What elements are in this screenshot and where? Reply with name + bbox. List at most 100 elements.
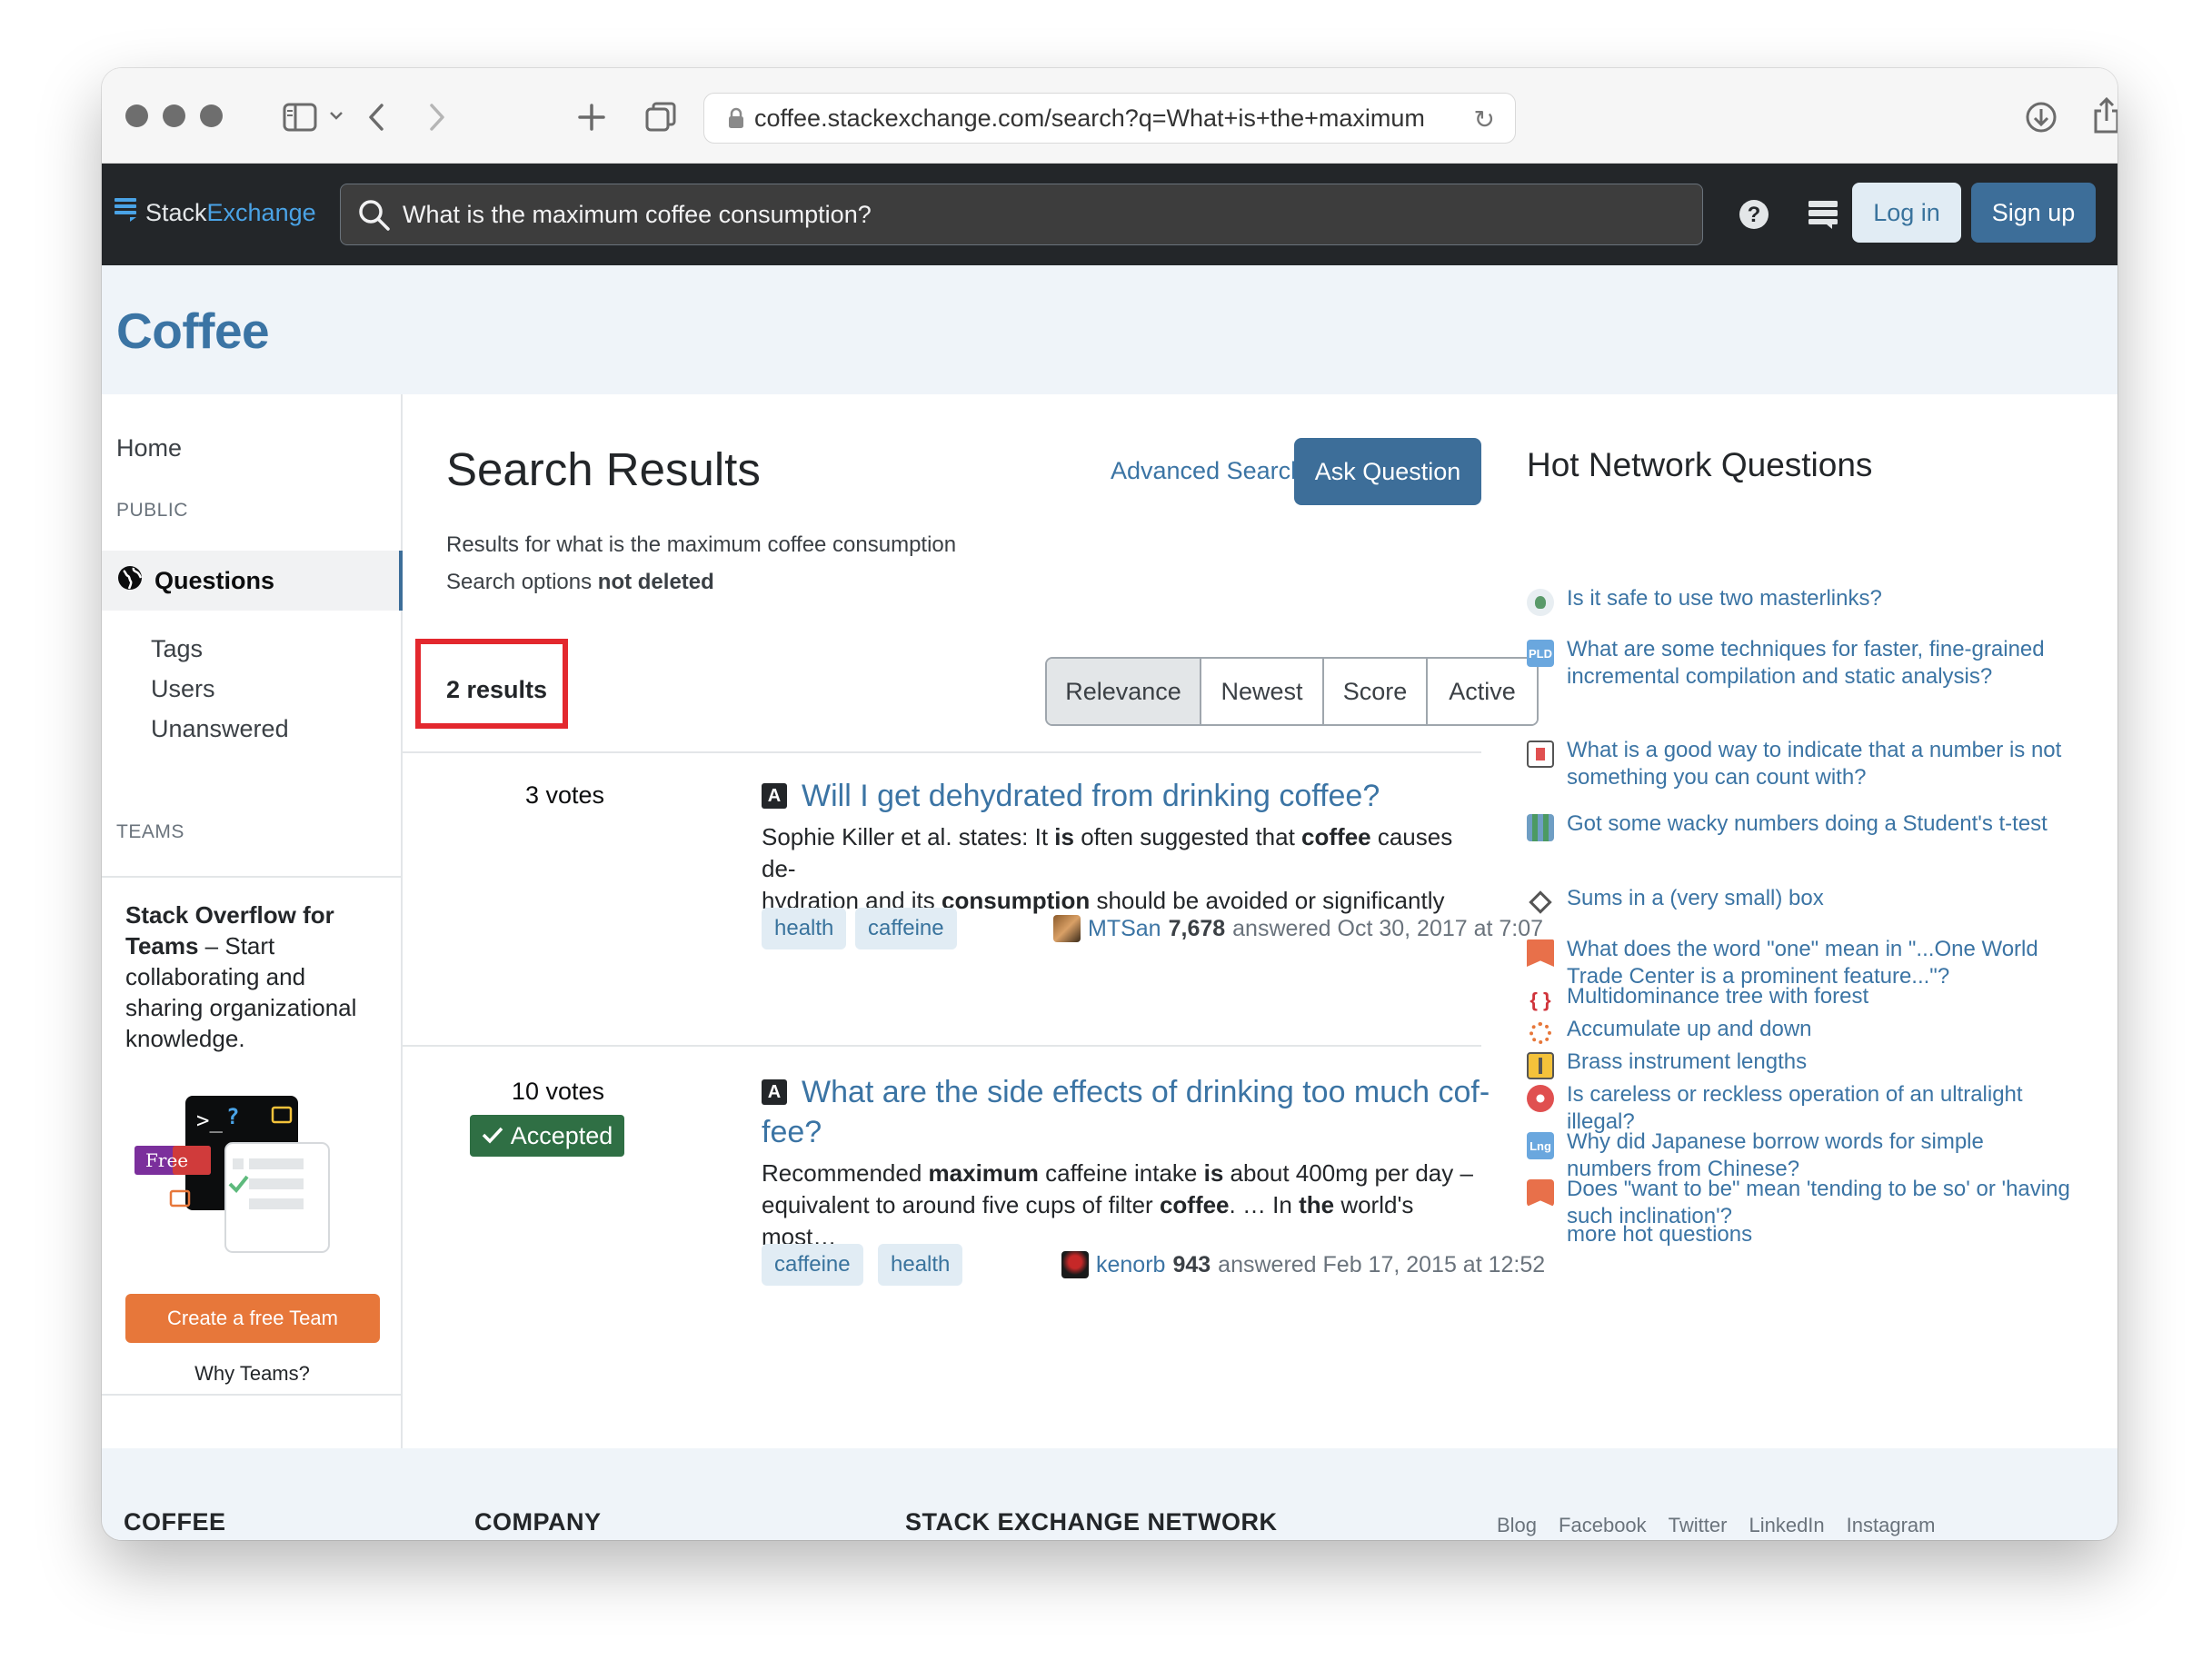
answer-badge-icon: A	[762, 1079, 787, 1105]
main-content: Search Results Advanced Search Tips Ask …	[403, 394, 1584, 1448]
result-excerpt: Recommended maximum caffeine intake is a…	[762, 1159, 1473, 1250]
reload-icon[interactable]: ↻	[1474, 104, 1495, 134]
checkmark-icon	[482, 1122, 503, 1150]
why-teams-link[interactable]: Why Teams?	[102, 1362, 403, 1386]
user-name-link[interactable]: kenorb	[1096, 1252, 1165, 1278]
hot-network-title: Hot Network Questions	[1527, 446, 1873, 483]
vote-count: 3 votes	[524, 781, 604, 809]
zoom-window-button[interactable]	[200, 104, 223, 127]
results-count: 2 results	[446, 676, 548, 703]
footer-link-facebook[interactable]: Facebook	[1559, 1514, 1647, 1537]
result-title-link-continued[interactable]: fee?	[762, 1112, 1489, 1152]
divider	[403, 1045, 1481, 1047]
teams-illustration: >_ ? Free	[135, 1091, 353, 1259]
sort-active[interactable]: Active	[1428, 659, 1537, 724]
stackexchange-logo[interactable]: StackExchange	[115, 197, 316, 229]
nav-teams-heading: TEAMS	[116, 821, 184, 842]
share-icon[interactable]	[2088, 94, 2117, 137]
result-user-line: MTSan 7,678 answered Oct 30, 2017 at 7:0…	[1053, 915, 1543, 942]
create-team-button[interactable]: Create a free Team	[125, 1294, 380, 1343]
sort-relevance[interactable]: Relevance	[1047, 659, 1201, 724]
answered-time: answered Feb 17, 2015 at 12:52	[1218, 1251, 1546, 1277]
search-input[interactable]	[403, 200, 1657, 229]
sidebar-toggle-icon[interactable]	[282, 99, 318, 135]
divider	[403, 751, 1481, 753]
site-switcher-icon[interactable]	[1807, 198, 1839, 235]
logo-text-exchange: Exchange	[206, 199, 316, 226]
search-options-text: Search options not deleted	[446, 570, 714, 594]
free-badge: Free	[145, 1149, 189, 1171]
footer-heading-coffee[interactable]: COFFEE	[124, 1508, 226, 1536]
address-bar[interactable]: coffee.stackexchange.com/search?q=What+i…	[703, 93, 1516, 144]
signup-button[interactable]: Sign up	[1971, 183, 2096, 243]
lock-icon	[728, 107, 744, 134]
sort-newest[interactable]: Newest	[1201, 659, 1324, 724]
browser-toolbar: coffee.stackexchange.com/search?q=What+i…	[102, 68, 2117, 164]
footer-link-blog[interactable]: Blog	[1497, 1514, 1537, 1537]
vote-count: 10 votes	[511, 1078, 604, 1105]
footer-social-links: Blog Facebook Twitter LinkedIn Instagram	[1497, 1514, 1935, 1537]
logo-text-stack: Stack	[145, 199, 207, 226]
ask-question-button[interactable]: Ask Question	[1294, 438, 1481, 505]
tag-health[interactable]: health	[762, 908, 847, 949]
left-sidebar: Home PUBLIC Questions Tags Users Unanswe…	[102, 394, 403, 1448]
minimize-window-button[interactable]	[163, 104, 185, 127]
close-window-button[interactable]	[125, 104, 148, 127]
downloads-icon[interactable]	[2023, 99, 2059, 135]
ux-icon	[1527, 741, 1554, 768]
svg-text:>_: >_	[196, 1108, 223, 1133]
puzzling-icon	[1527, 889, 1554, 916]
tab-overview-icon[interactable]	[643, 99, 679, 135]
music-icon	[1527, 1052, 1554, 1079]
site-topbar: StackExchange ? Log in Sign up	[102, 164, 2117, 265]
tex-icon: { }	[1527, 987, 1554, 1014]
results-for-text: Results for what is the maximum coffee c…	[446, 532, 957, 557]
nav-home[interactable]: Home	[116, 434, 182, 462]
svg-text:?: ?	[226, 1104, 239, 1129]
page-title: Search Results	[446, 443, 761, 495]
footer-link-instagram[interactable]: Instagram	[1847, 1514, 1936, 1537]
nav-tags[interactable]: Tags	[151, 635, 203, 663]
site-search[interactable]	[340, 184, 1703, 245]
teams-promo-text: Stack Overflow for Teams – Start collabo…	[125, 901, 357, 1052]
nav-questions[interactable]: Questions	[102, 551, 403, 611]
sort-tabs: Relevance Newest Score Active	[1045, 657, 1539, 726]
footer-heading-network[interactable]: STACK EXCHANGE NETWORK	[905, 1508, 1278, 1536]
footer-heading-company[interactable]: COMPANY	[474, 1508, 602, 1536]
bicycles-icon	[1527, 589, 1554, 616]
site-title[interactable]: Coffee	[116, 302, 270, 360]
user-reputation: 943	[1172, 1251, 1211, 1277]
result-title-link[interactable]: What are the side effects of drinking to…	[802, 1072, 1529, 1112]
nav-public-heading: PUBLIC	[116, 500, 188, 521]
svg-text:?: ?	[1748, 203, 1761, 227]
nav-users[interactable]: Users	[151, 675, 215, 703]
pld-icon: PLD	[1527, 640, 1554, 667]
site-header: Coffee	[102, 265, 2117, 394]
footer-link-linkedin[interactable]: LinkedIn	[1749, 1514, 1824, 1537]
tag-caffeine[interactable]: caffeine	[762, 1244, 863, 1286]
crossvalidated-icon	[1527, 814, 1554, 841]
result-title-link[interactable]: Will I get dehydrated from drinking coff…	[802, 776, 1492, 816]
user-name-link[interactable]: MTSan	[1088, 916, 1161, 942]
sort-score[interactable]: Score	[1324, 659, 1428, 724]
linguistics-icon: Lng	[1527, 1132, 1554, 1159]
back-icon[interactable]	[363, 99, 390, 135]
site-footer: COFFEE COMPANY STACK EXCHANGE NETWORK Bl…	[102, 1448, 2117, 1540]
search-icon	[357, 198, 392, 237]
login-button[interactable]: Log in	[1852, 183, 1961, 243]
chevron-down-icon[interactable]	[327, 106, 345, 124]
tag-caffeine[interactable]: caffeine	[855, 908, 957, 949]
more-hot-questions-link[interactable]: more hot questions	[1567, 1222, 1752, 1248]
help-icon[interactable]: ?	[1738, 198, 1770, 235]
nav-unanswered[interactable]: Unanswered	[151, 715, 289, 743]
stackexchange-logo-icon	[115, 197, 136, 229]
tag-health[interactable]: health	[878, 1244, 963, 1286]
codegolf-icon	[1527, 1019, 1554, 1047]
footer-link-twitter[interactable]: Twitter	[1669, 1514, 1728, 1537]
avatar[interactable]	[1061, 1251, 1089, 1278]
new-tab-icon[interactable]	[573, 99, 610, 135]
forward-icon[interactable]	[423, 99, 451, 135]
teams-promo-card: Stack Overflow for Teams – Start collabo…	[102, 876, 403, 1396]
avatar[interactable]	[1053, 915, 1081, 942]
globe-icon	[116, 564, 144, 598]
